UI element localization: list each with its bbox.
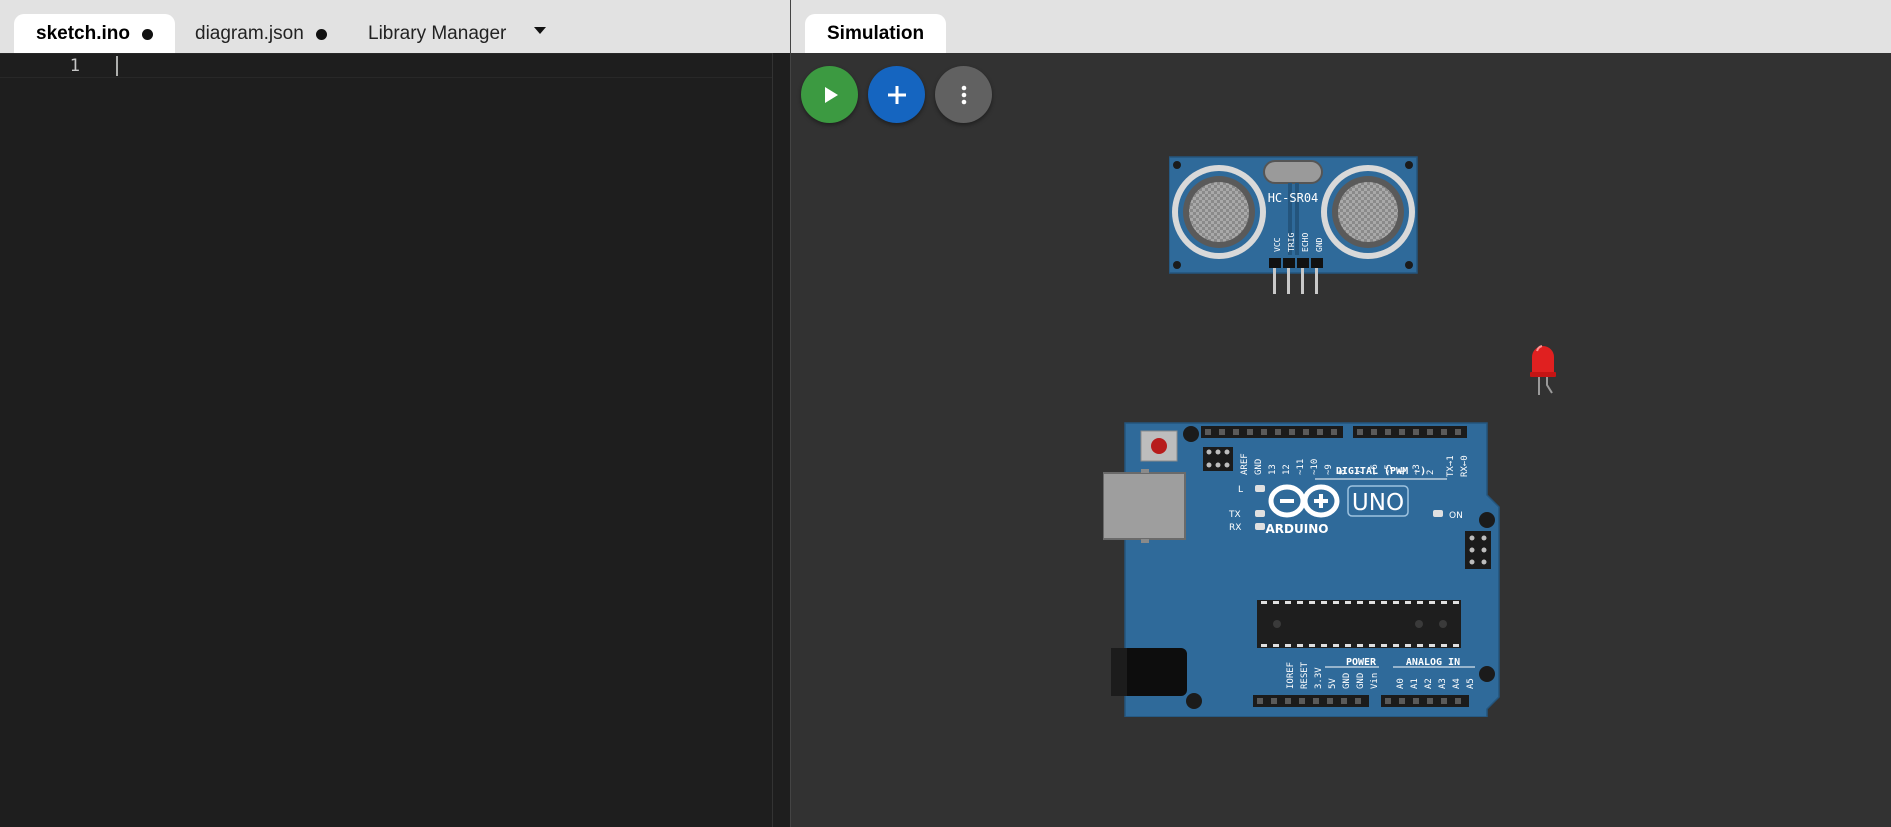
on-led-icon [1433,510,1443,517]
pin-label: RESET [1300,661,1310,689]
tab-label: Simulation [827,22,925,44]
tab-label: Library Manager [368,22,507,44]
tab-label: diagram.json [195,22,304,44]
vertical-dots-icon [961,85,966,104]
usb-port-icon [1102,469,1186,543]
l-led-label: L [1238,485,1243,495]
arduino-brand-label: ARDUINO [1266,522,1329,536]
tab-library-manager[interactable]: Library Manager [368,14,506,53]
uno-label: UNO [1352,490,1404,516]
app-root: sketch.ino diagram.json Library Manager … [0,0,1891,827]
analog-section-label: ANALOG IN [1406,657,1460,668]
editor-tabbar: sketch.ino diagram.json Library Manager [0,0,790,53]
text-cursor [116,56,118,76]
pin-label: 2 [1426,470,1436,475]
unsaved-dot-icon [315,29,327,40]
editor-pane: sketch.ino diagram.json Library Manager … [0,0,790,827]
on-led-label: ON [1449,511,1463,521]
power-header[interactable] [1253,695,1369,707]
pin-label: A3 [1438,678,1448,689]
l-led-icon [1255,485,1265,492]
pin-label: ~9 [1324,464,1334,475]
power-section-label: POWER [1346,657,1377,668]
pin-label: GND [1342,673,1352,689]
pin-label: ECHO [1301,233,1310,252]
pin-label: GND [1356,673,1366,689]
pin-label: A0 [1396,678,1406,689]
digital-section-label: DIGITAL (PWM ~) [1336,466,1426,477]
pin-label: 12 [1282,464,1292,475]
tab-simulation[interactable]: Simulation [805,14,947,53]
plus-icon [887,85,906,104]
power-jack-icon [1111,648,1187,696]
pin-label: ~10 [1310,459,1320,475]
play-icon [824,86,838,103]
tab-sketch-ino[interactable]: sketch.ino [14,14,175,53]
pin-label: 13 [1268,464,1278,475]
rx-led-label: RX [1229,523,1241,533]
pin-label: A1 [1410,678,1420,689]
rx-led-icon [1255,523,1265,530]
editor-scrollbar[interactable] [772,53,790,827]
pin-label: 5V [1328,678,1338,689]
pin-label: TRIG [1287,233,1296,252]
tab-diagram-json[interactable]: diagram.json [195,14,327,53]
pin-label: A5 [1466,678,1476,689]
pin-label: VCC [1273,237,1282,252]
add-part-button[interactable] [868,66,925,123]
code-editor[interactable]: 1 [0,53,772,827]
simulation-pane: Simulation HC-SR04 VCC TRIG ECHO GND ARE… [791,0,1891,827]
pin-label: Vin [1370,673,1380,689]
right-transducer-icon [1321,165,1415,259]
digital-header[interactable] [1201,426,1467,438]
pin-label: GND [1254,459,1264,475]
unsaved-dot-icon [141,29,153,40]
pin-label: RX←0 [1460,455,1470,477]
tabs-dropdown-caret-icon[interactable] [534,27,546,34]
pin-label: 3.3V [1314,667,1324,689]
left-transducer-icon [1172,165,1266,259]
pin-label: TX→1 [1446,455,1456,477]
more-options-button[interactable] [935,66,992,123]
simulation-tabbar: Simulation [791,0,1891,53]
hc-sr04-sensor[interactable]: HC-SR04 VCC TRIG ECHO GND [1168,155,1419,295]
red-led[interactable] [1528,341,1558,397]
pin-label: A4 [1452,678,1462,689]
pin-label: ~11 [1296,459,1306,475]
pin-label: IOREF [1286,662,1296,689]
sensor-label: HC-SR04 [1268,191,1319,205]
tab-label: sketch.ino [36,22,130,44]
pin-label: AREF [1240,453,1250,475]
tx-led-icon [1255,510,1265,517]
arduino-uno-board[interactable]: AREF GND 13 12 ~11 ~10 ~9 8 7 ~6 ~5 4 ~3… [1102,421,1507,718]
start-simulation-button[interactable] [801,66,858,123]
pin-label: GND [1315,237,1324,252]
atmega-chip-icon [1257,600,1461,648]
led-icon [1530,345,1556,395]
line-number: 1 [69,56,80,76]
tx-led-label: TX [1228,510,1241,520]
reset-button-icon[interactable] [1140,430,1178,462]
analog-header[interactable] [1381,695,1469,707]
pin-label: A2 [1424,678,1434,689]
